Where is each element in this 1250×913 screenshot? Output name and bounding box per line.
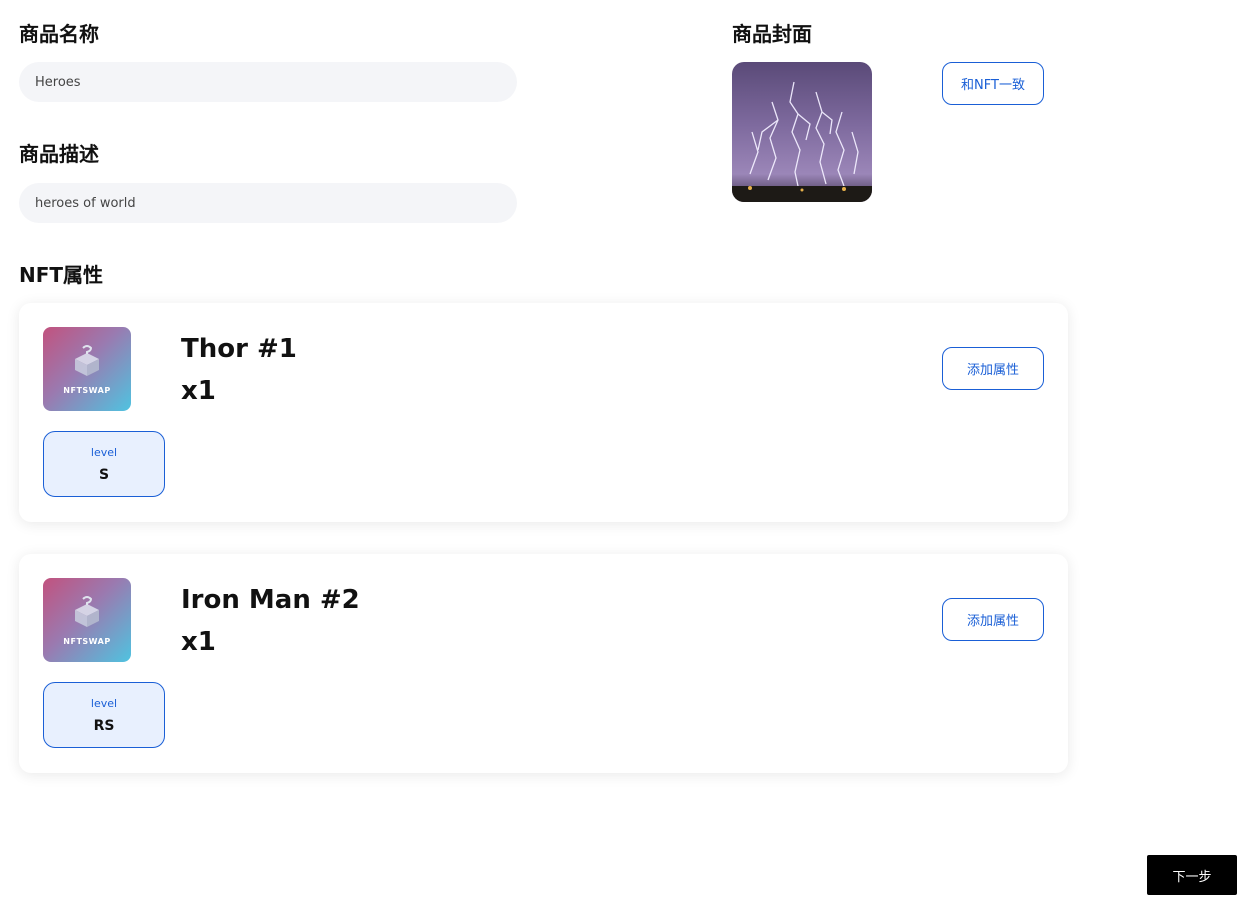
attribute-value: RS — [93, 718, 115, 734]
nft-card: NFTSWAP Iron Man #2 x1 添加属性 level RS — [19, 554, 1068, 773]
add-attribute-button[interactable]: 添加属性 — [942, 347, 1044, 390]
nft-thumbnail: NFTSWAP — [43, 578, 131, 662]
product-cover-label: 商品封面 — [732, 22, 812, 46]
product-description-label: 商品描述 — [19, 142, 99, 166]
lightning-storm-image — [732, 62, 872, 202]
nft-thumb-brand: NFTSWAP — [63, 637, 111, 646]
attribute-value: S — [98, 467, 110, 483]
add-attribute-button[interactable]: 添加属性 — [942, 598, 1044, 641]
nft-thumb-brand: NFTSWAP — [63, 386, 111, 395]
nft-name: Thor #1 — [181, 334, 297, 364]
mystery-box-icon — [75, 596, 99, 627]
product-name-label: 商品名称 — [19, 22, 99, 46]
product-description-input[interactable] — [19, 183, 517, 223]
nft-attributes-label: NFT属性 — [19, 263, 104, 287]
next-step-button[interactable]: 下一步 — [1147, 855, 1237, 895]
nft-quantity: x1 — [181, 627, 216, 657]
nft-quantity: x1 — [181, 376, 216, 406]
product-name-input[interactable] — [19, 62, 517, 102]
nft-thumbnail: NFTSWAP — [43, 327, 131, 411]
nft-card: NFTSWAP Thor #1 x1 添加属性 level S — [19, 303, 1068, 522]
attribute-key: level — [90, 446, 118, 459]
cover-image[interactable] — [732, 62, 872, 202]
attribute-key: level — [90, 697, 118, 710]
same-as-nft-button[interactable]: 和NFT一致 — [942, 62, 1044, 105]
attribute-chip[interactable]: level S — [43, 431, 165, 497]
nft-name: Iron Man #2 — [181, 585, 360, 615]
attribute-chip[interactable]: level RS — [43, 682, 165, 748]
create-product-page: 商品名称 商品描述 商品封面 — [0, 0, 1250, 913]
mystery-box-icon — [75, 345, 99, 376]
